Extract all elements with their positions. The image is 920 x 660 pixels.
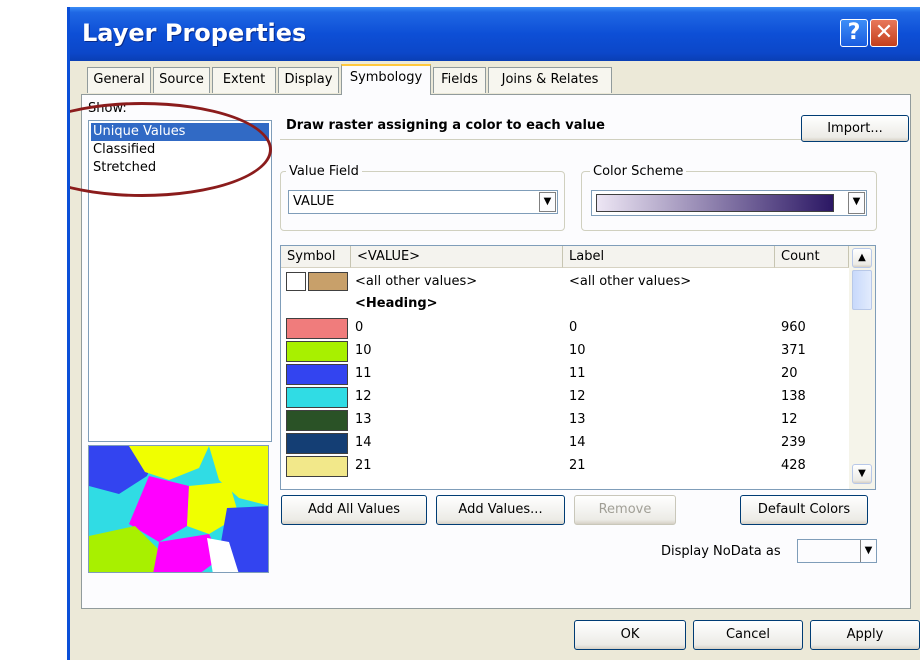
label-cell: 11 bbox=[569, 366, 586, 381]
count-cell: 138 bbox=[781, 389, 806, 404]
heading-cell: <Heading> bbox=[355, 296, 438, 311]
chevron-down-icon[interactable]: ▼ bbox=[539, 192, 556, 212]
tab-fields[interactable]: Fields bbox=[433, 67, 486, 93]
label-cell: 21 bbox=[569, 458, 586, 473]
value-cell: 10 bbox=[355, 343, 372, 358]
value-cell: 12 bbox=[355, 389, 372, 404]
window-title: Layer Properties bbox=[82, 19, 307, 47]
help-icon: ? bbox=[847, 20, 861, 45]
add-values-button[interactable]: Add Values... bbox=[436, 495, 565, 525]
table-row[interactable]: 14 14 239 bbox=[281, 431, 849, 454]
table-scrollbar[interactable]: ▲ ▼ bbox=[849, 246, 875, 489]
count-cell: 428 bbox=[781, 458, 806, 473]
table-row-heading[interactable]: <Heading> bbox=[281, 292, 849, 315]
value-field-label: Value Field bbox=[286, 164, 362, 179]
table-row[interactable]: 21 21 428 bbox=[281, 454, 849, 477]
symbology-description: Draw raster assigning a color to each va… bbox=[286, 118, 605, 133]
table-row[interactable]: 13 13 12 bbox=[281, 408, 849, 431]
symbol-swatch[interactable] bbox=[286, 456, 348, 477]
value-cell: 0 bbox=[355, 320, 364, 335]
value-field-select[interactable]: VALUE ▼ bbox=[288, 190, 558, 214]
value-cell: 11 bbox=[355, 366, 372, 381]
chevron-down-icon[interactable]: ▼ bbox=[848, 192, 865, 214]
chevron-down-icon: ▼ bbox=[858, 468, 866, 479]
close-button[interactable]: ✕ bbox=[870, 19, 898, 47]
symbol-swatch[interactable] bbox=[286, 433, 348, 454]
tab-symbology[interactable]: Symbology bbox=[341, 64, 431, 95]
import-button[interactable]: Import... bbox=[801, 115, 909, 142]
title-bar[interactable]: Layer Properties ? ✕ bbox=[70, 7, 920, 61]
symbol-swatch[interactable] bbox=[286, 364, 348, 385]
symbol-swatch[interactable] bbox=[286, 341, 348, 362]
raster-preview-image bbox=[88, 445, 269, 573]
apply-button[interactable]: Apply bbox=[810, 620, 920, 650]
count-cell: 20 bbox=[781, 366, 798, 381]
value-cell: <all other values> bbox=[355, 274, 478, 289]
count-cell: 960 bbox=[781, 320, 806, 335]
column-header-value[interactable]: <VALUE> bbox=[351, 246, 563, 268]
help-button[interactable]: ? bbox=[840, 19, 868, 47]
count-cell: 239 bbox=[781, 435, 806, 450]
chevron-down-icon[interactable]: ▼ bbox=[860, 540, 876, 562]
column-header-label[interactable]: Label bbox=[563, 246, 775, 268]
symbol-swatch[interactable] bbox=[308, 272, 348, 291]
close-icon: ✕ bbox=[874, 20, 894, 45]
scroll-down-button[interactable]: ▼ bbox=[852, 464, 872, 484]
table-row[interactable]: 12 12 138 bbox=[281, 385, 849, 408]
tab-joins-relates[interactable]: Joins & Relates bbox=[488, 67, 612, 93]
label-cell: <all other values> bbox=[569, 274, 692, 289]
tab-source[interactable]: Source bbox=[153, 67, 210, 93]
display-nodata-label: Display NoData as bbox=[661, 544, 781, 559]
label-cell: 10 bbox=[569, 343, 586, 358]
remove-button[interactable]: Remove bbox=[574, 495, 676, 525]
nodata-color-picker[interactable]: ▼ bbox=[797, 539, 877, 563]
default-colors-button[interactable]: Default Colors bbox=[740, 495, 868, 525]
chevron-up-icon: ▲ bbox=[858, 252, 866, 263]
tab-display[interactable]: Display bbox=[278, 67, 339, 93]
ok-button[interactable]: OK bbox=[574, 620, 686, 650]
color-ramp-swatch bbox=[596, 194, 834, 212]
color-scheme-label: Color Scheme bbox=[590, 164, 687, 179]
table-row-other-values[interactable]: <all other values> <all other values> bbox=[281, 270, 849, 293]
label-cell: 12 bbox=[569, 389, 586, 404]
layer-properties-window: Layer Properties ? ✕ General Source Exte… bbox=[67, 7, 920, 660]
label-cell: 14 bbox=[569, 435, 586, 450]
value-cell: 21 bbox=[355, 458, 372, 473]
scroll-thumb[interactable] bbox=[852, 270, 872, 310]
value-cell: 14 bbox=[355, 435, 372, 450]
tab-extent[interactable]: Extent bbox=[212, 67, 276, 93]
column-header-symbol[interactable]: Symbol bbox=[281, 246, 351, 268]
color-scheme-select[interactable]: ▼ bbox=[591, 190, 867, 216]
value-field-value: VALUE bbox=[293, 194, 335, 209]
label-cell: 0 bbox=[569, 320, 578, 335]
table-row[interactable]: 10 10 371 bbox=[281, 339, 849, 362]
description-bar: Draw raster assigning a color to each va… bbox=[280, 115, 876, 140]
symbol-swatch[interactable] bbox=[286, 410, 348, 431]
count-cell: 12 bbox=[781, 412, 798, 427]
cancel-button[interactable]: Cancel bbox=[693, 620, 803, 650]
symbol-swatch[interactable] bbox=[286, 318, 348, 339]
table-row[interactable]: 0 0 960 bbox=[281, 316, 849, 339]
label-cell: 13 bbox=[569, 412, 586, 427]
add-all-values-button[interactable]: Add All Values bbox=[281, 495, 427, 525]
table-row[interactable]: 11 11 20 bbox=[281, 362, 849, 385]
value-cell: 13 bbox=[355, 412, 372, 427]
count-cell: 371 bbox=[781, 343, 806, 358]
symbol-swatch[interactable] bbox=[286, 387, 348, 408]
tab-general[interactable]: General bbox=[87, 67, 151, 93]
raster-preview-map bbox=[89, 446, 268, 572]
unique-values-table[interactable]: Symbol <VALUE> Label Count <all other va… bbox=[280, 245, 876, 490]
checkbox-icon[interactable] bbox=[286, 272, 306, 291]
scroll-up-button[interactable]: ▲ bbox=[852, 248, 872, 268]
column-header-count[interactable]: Count bbox=[775, 246, 849, 268]
